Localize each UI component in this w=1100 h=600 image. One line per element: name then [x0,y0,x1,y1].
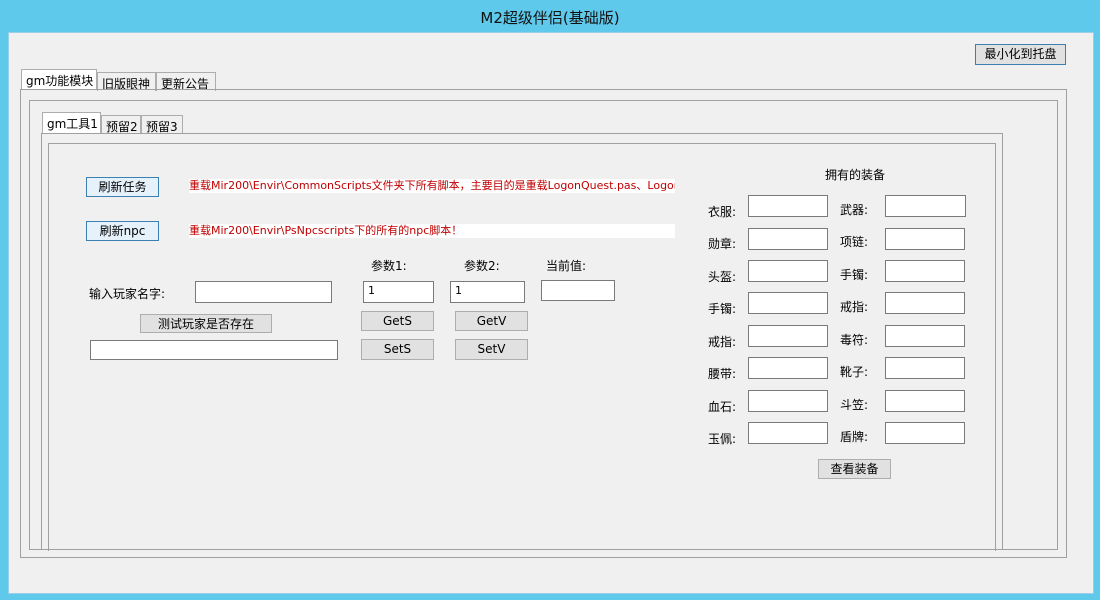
equip-label-talisman: 毒符: [840,333,869,347]
equip-label-bloodstone: 血石: [708,400,737,414]
gets-button[interactable]: GetS [361,311,434,331]
equip-label-weapon: 武器: [840,203,869,217]
equip-label-shield: 盾牌: [840,430,869,444]
equip-label-medal: 勋章: [708,237,737,251]
equip-talisman-input[interactable] [885,325,965,347]
param2-input[interactable]: 1 [450,281,525,303]
equip-label-boots: 靴子: [840,365,869,379]
equip-weapon-input[interactable] [885,195,966,217]
sets-button[interactable]: SetS [361,339,434,360]
equip-necklace-input[interactable] [885,228,965,250]
refresh-task-note: 重载Mir200\Envir\CommonScripts文件夹下所有脚本，主要目… [189,179,675,193]
equip-label-hat: 斗笠: [840,398,869,412]
player-result-input[interactable] [90,340,338,360]
param1-input[interactable]: 1 [363,281,434,303]
param1-label: 参数1: [371,259,407,273]
equipment-title: 拥有的装备 [825,168,886,182]
equip-bloodstone-input[interactable] [748,390,828,412]
refresh-npc-note: 重载Mir200\Envir\PsNpcscripts下的所有的npc脚本！ [189,224,675,238]
gm-tool-frame: 刷新任务 重载Mir200\Envir\CommonScripts文件夹下所有脚… [48,143,996,551]
equip-bracelet-right-input[interactable] [885,260,965,282]
outer-tab-panel: gm工具1 预留2 预留3 刷新任务 重载Mir200\Envir\Common… [20,89,1067,558]
inner-tab-panel: 刷新任务 重载Mir200\Envir\CommonScripts文件夹下所有脚… [41,133,1003,551]
equip-label-bracelet-right: 手镯: [840,268,869,282]
equip-bracelet-left-input[interactable] [748,292,828,314]
equip-label-ring-right: 戒指: [840,300,869,314]
equip-clothes-input[interactable] [748,195,828,217]
equip-belt-input[interactable] [748,357,828,379]
equip-label-ring-left: 戒指: [708,335,737,349]
tab-gm-module[interactable]: gm功能模块 [21,69,97,90]
equip-shield-input[interactable] [885,422,965,444]
equip-ring-right-input[interactable] [885,292,965,314]
minimize-to-tray-button[interactable]: 最小化到托盘 [975,44,1066,65]
setv-button[interactable]: SetV [455,339,528,360]
tab-gm-tool-1[interactable]: gm工具1 [42,112,101,133]
equip-label-necklace: 项链: [840,235,869,249]
equip-label-belt: 腰带: [708,367,737,381]
tab-reserved-3[interactable]: 预留3 [141,115,183,134]
current-value-label: 当前值: [546,259,587,273]
equip-label-clothes: 衣服: [708,205,737,219]
getv-button[interactable]: GetV [455,311,528,331]
title-bar: M2超级伴侣(基础版) [0,0,1100,32]
client-area: 最小化到托盘 gm功能模块 旧版眼神 更新公告 gm工具1 预留2 预留3 刷新… [8,32,1094,594]
refresh-npc-button[interactable]: 刷新npc [86,221,159,241]
equip-label-jade: 玉佩: [708,432,737,446]
equip-helmet-input[interactable] [748,260,828,282]
equip-jade-input[interactable] [748,422,828,444]
player-name-input[interactable] [195,281,332,303]
test-player-button[interactable]: 测试玩家是否存在 [140,314,272,333]
equip-medal-input[interactable] [748,228,828,250]
equip-ring-left-input[interactable] [748,325,828,347]
current-value-input[interactable] [541,280,615,301]
equip-boots-input[interactable] [885,357,965,379]
player-name-label: 输入玩家名字: [89,287,166,301]
window-title: M2超级伴侣(基础版) [480,9,620,27]
refresh-task-button[interactable]: 刷新任务 [86,177,159,197]
param2-label: 参数2: [464,259,500,273]
view-equipment-button[interactable]: 查看装备 [818,459,891,479]
tab-reserved-2[interactable]: 预留2 [101,115,141,134]
equip-hat-input[interactable] [885,390,965,412]
equip-label-bracelet-left: 手镯: [708,302,737,316]
equip-label-helmet: 头盔: [708,270,737,284]
